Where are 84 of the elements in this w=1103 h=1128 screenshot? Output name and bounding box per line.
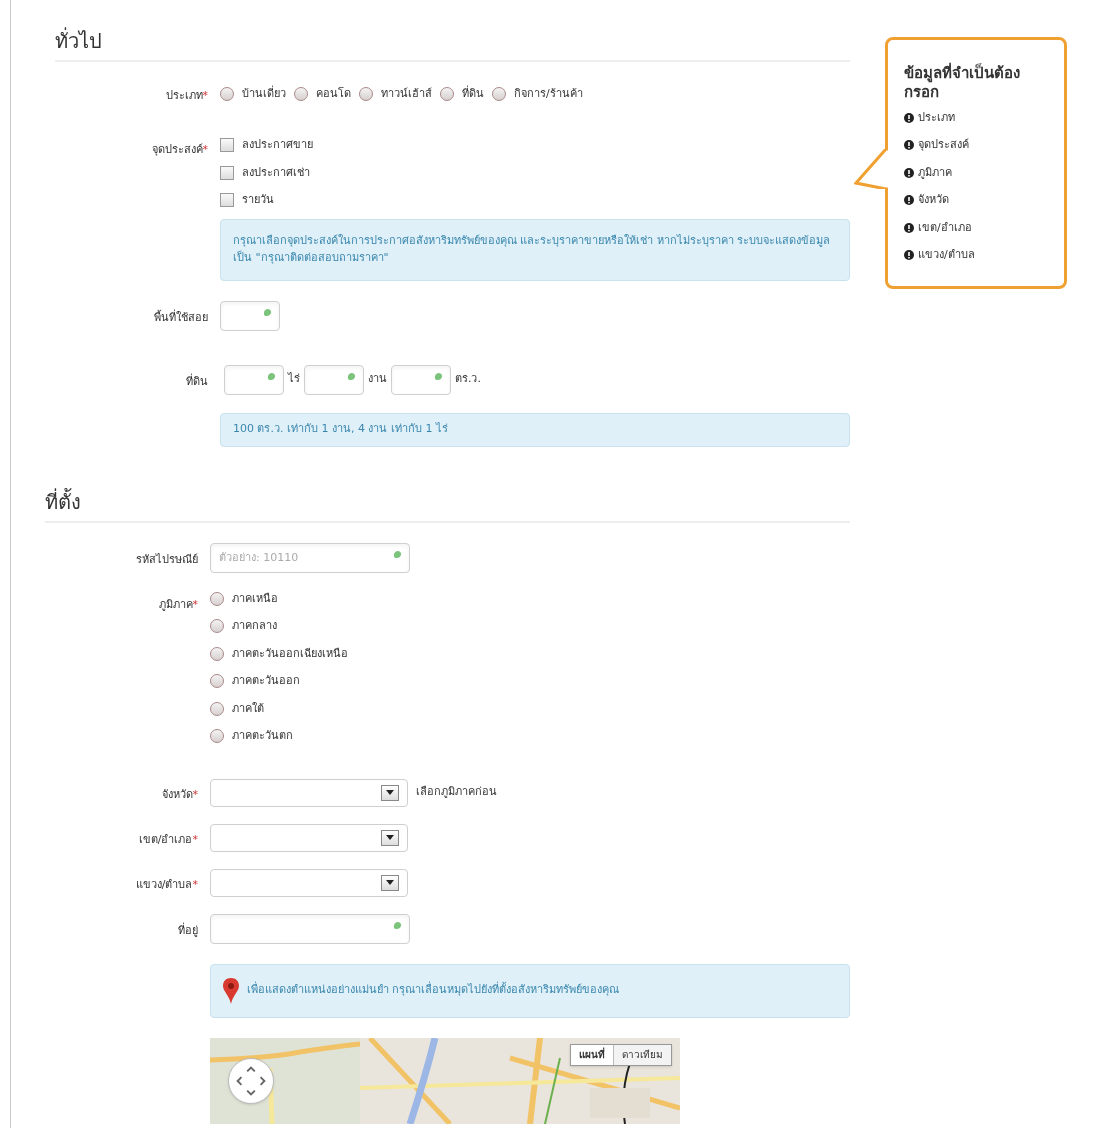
radio-label: ทาวน์เฮ้าส์ <box>381 85 432 102</box>
radio-button[interactable] <box>210 646 224 661</box>
field-label: ที่ดิน <box>186 374 208 388</box>
checkbox[interactable] <box>220 193 234 208</box>
radio-button[interactable] <box>492 87 506 101</box>
info-text: 100 ตร.ว. เท่ากับ 1 งาน, 4 งาน เท่ากับ 1 ไร่ <box>233 421 448 438</box>
required-mark: * <box>202 89 208 102</box>
radio-label: ภาคตะวันออก <box>232 673 300 689</box>
radio-label: ภาคตะวันออกเฉียงเหนือ <box>232 645 348 662</box>
required-item: จังหวัด <box>918 192 949 208</box>
radio-label: ที่ดิน <box>462 85 484 102</box>
info-text: กรุณาเลือกจุดประสงค์ในการประกาศอสังหาริมทรัพย์ของคุณ และระบุราคาขายหรือให้เช่า หากไม่ระบุราคา ระบบจะแสดงข้อมูลเป็น "กรุณาติดต่อสอบถามราคา" <box>233 233 832 266</box>
radio-label: ภาคเหนือ <box>232 590 278 607</box>
radio-button[interactable] <box>210 701 224 716</box>
required-mark: * <box>202 143 208 156</box>
text-field[interactable] <box>210 913 410 944</box>
text-field[interactable] <box>391 364 451 395</box>
radio-label: ภาคกลาง <box>232 618 277 634</box>
exclamation-icon <box>904 195 914 206</box>
section-heading: ที่ตั้ง <box>45 487 82 516</box>
exclamation-icon <box>904 250 914 261</box>
radio-label: ภาคใต้ <box>232 700 264 717</box>
radio-button[interactable] <box>220 87 234 101</box>
exclamation-icon <box>904 112 914 123</box>
required-mark: * <box>192 787 198 801</box>
checkbox-label: รายวัน <box>242 192 274 208</box>
required-item: แขวง/ตำบล <box>918 247 975 263</box>
leaf-icon <box>263 307 272 317</box>
section-heading: ทั่วไป <box>55 26 103 55</box>
radio-button[interactable] <box>359 87 373 101</box>
text-field[interactable] <box>224 364 284 395</box>
map-mode-tab[interactable]: แผนที่ <box>571 1044 613 1065</box>
panel-title: ข้อมูลที่จำเป็นต้องกรอก <box>904 64 1021 102</box>
leaf-icon <box>434 371 443 381</box>
unit-label: ไร่ <box>288 371 300 388</box>
checkbox[interactable] <box>220 138 234 153</box>
radio-button[interactable] <box>210 591 224 606</box>
radio-label: คอนโด <box>316 85 351 102</box>
leaf-icon <box>393 549 402 559</box>
field-label: รหัสไปรษณีย์ <box>136 552 198 566</box>
select-field[interactable] <box>210 868 408 897</box>
field-label: จังหวัด <box>161 787 193 801</box>
radio-button[interactable] <box>210 674 224 689</box>
radio-button[interactable] <box>210 729 224 744</box>
select-field[interactable] <box>210 823 408 852</box>
checkbox-label: ลงประกาศเช่า <box>242 164 310 181</box>
exclamation-icon <box>904 167 914 178</box>
hint-text: เลือกภูมิภาคก่อน <box>416 784 497 801</box>
radio-label: บ้านเดี่ยว <box>242 85 286 102</box>
required-item: ภูมิภาค <box>918 164 952 181</box>
select-field[interactable] <box>210 778 408 807</box>
radio-button[interactable] <box>440 87 454 101</box>
leaf-icon <box>347 371 356 381</box>
field-label: พื้นที่ใช้สอย <box>154 310 208 324</box>
radio-label: ภาคตะวันตก <box>232 728 293 744</box>
text-field[interactable]: ตัวอย่าง: 10110 <box>210 542 410 573</box>
leaf-icon <box>393 920 402 930</box>
radio-label: กิจการ/ร้านค้า <box>514 85 583 102</box>
field-label: แขวง/ตำบล <box>135 877 193 891</box>
leaf-icon <box>267 371 276 381</box>
info-text: เพื่อแสดงตำแหน่งอย่างแม่นยำ กรุณาเลื่อนหมุดไปยังที่ตั้งอสังหาริมทรัพย์ของคุณ <box>247 982 620 999</box>
unit-label: งาน <box>368 371 387 388</box>
unit-label: ตร.ว. <box>455 371 481 388</box>
required-mark: * <box>192 597 198 611</box>
map-mode-tab[interactable]: ดาวเทียม <box>613 1044 671 1065</box>
exclamation-icon <box>904 222 914 233</box>
field-label: ที่อยู่ <box>178 923 198 937</box>
text-field[interactable] <box>220 300 280 331</box>
required-mark: * <box>192 832 198 846</box>
exclamation-icon <box>904 140 914 151</box>
radio-button[interactable] <box>294 87 308 101</box>
field-label: เขต/อำเภอ <box>138 832 193 846</box>
radio-button[interactable] <box>210 619 224 634</box>
field-label: ประเภท <box>165 89 203 102</box>
checkbox[interactable] <box>220 165 234 180</box>
text-field[interactable] <box>304 364 364 395</box>
required-item: เขต/อำเภอ <box>918 219 972 236</box>
checkbox-label: ลงประกาศขาย <box>242 137 313 153</box>
required-item: จุดประสงค์ <box>918 137 969 153</box>
required-item: ประเภท <box>918 109 955 126</box>
field-label: จุดประสงค์ <box>151 143 203 156</box>
map-pin-icon <box>223 977 239 1004</box>
field-label: ภูมิภาค <box>158 597 193 611</box>
required-mark: * <box>192 877 198 891</box>
